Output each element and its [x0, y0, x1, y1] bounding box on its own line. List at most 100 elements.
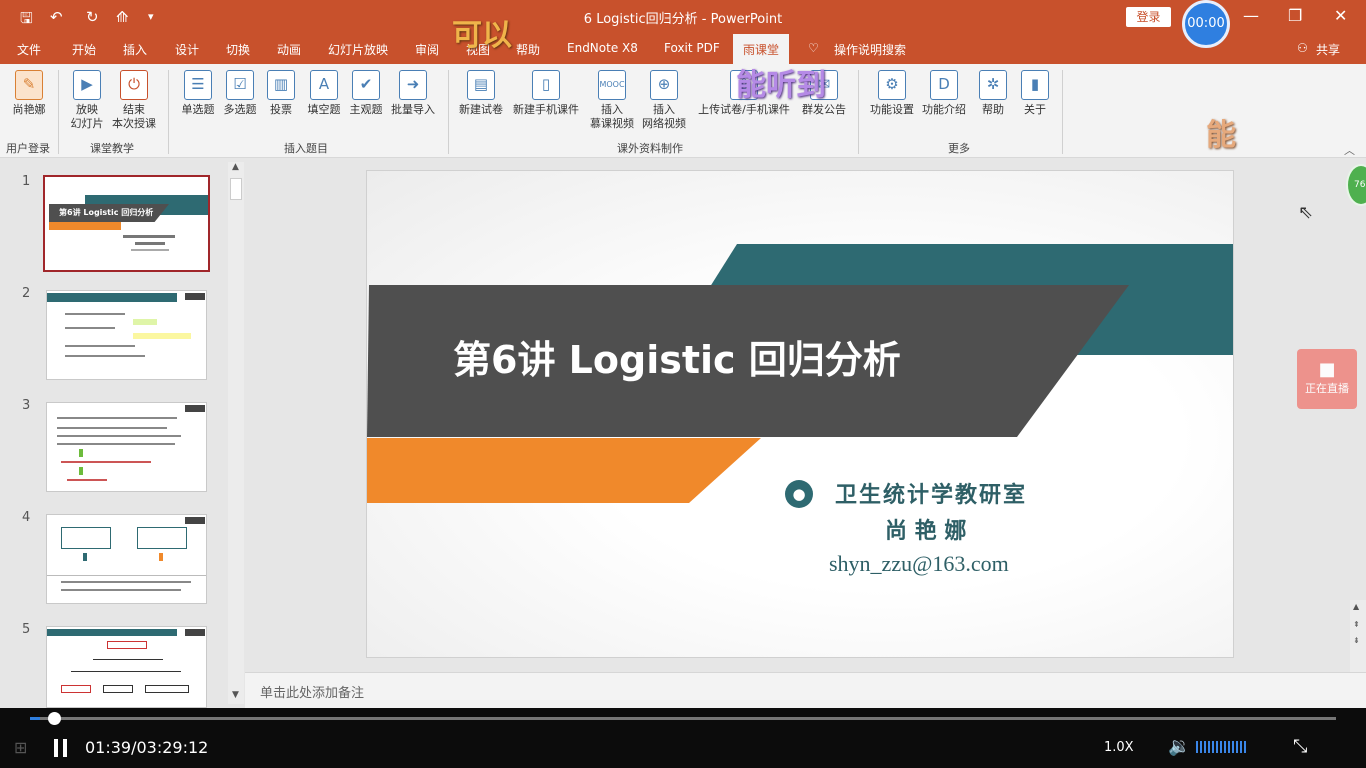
thumb-title: 第6讲 Logistic 回归分析 — [59, 208, 154, 217]
thumb-arrow — [159, 553, 163, 561]
tab-insert[interactable]: 插入 — [123, 41, 147, 58]
about-button[interactable]: ▮ 关于 — [1016, 70, 1054, 117]
camera-icon: ■ — [1318, 359, 1336, 380]
microphone-icon: ● — [785, 480, 813, 508]
share-icon[interactable]: ⚇ — [1297, 41, 1308, 55]
tab-animations[interactable]: 动画 — [277, 41, 301, 58]
tab-review[interactable]: 审阅 — [415, 41, 439, 58]
new-paper-icon: ▤ — [467, 70, 495, 100]
volume-icon[interactable]: 🔉 — [1168, 736, 1190, 757]
vote-button[interactable]: ▥ 投票 — [262, 70, 300, 117]
thumb-orange-band — [49, 222, 121, 230]
ribbon-separator — [448, 70, 449, 154]
power-icon: ⏻ — [120, 70, 148, 100]
slide-thumbnail-pane: 1 第6讲 Logistic 回归分析 2 3 4 5 — [0, 158, 245, 708]
slide-thumbnail-1[interactable]: 第6讲 Logistic 回归分析 — [43, 175, 210, 272]
tab-transitions[interactable]: 切换 — [226, 41, 250, 58]
tab-slideshow[interactable]: 幻灯片放映 — [328, 41, 388, 58]
progress-handle[interactable] — [48, 712, 61, 725]
thumb-header-band — [47, 629, 177, 636]
scroll-up-icon[interactable]: ▲ — [232, 162, 239, 172]
group-more: 更多 — [948, 142, 970, 155]
thumb-text-line — [65, 355, 145, 357]
user-icon: ✎ — [15, 70, 43, 100]
mouse-cursor-icon: ⇖ — [1298, 202, 1314, 223]
login-button[interactable]: 登录 — [1126, 7, 1171, 27]
thumb-text-line — [65, 345, 135, 347]
thumb-box — [61, 685, 91, 693]
new-mobile-courseware-button[interactable]: ▯ 新建手机课件 — [508, 70, 584, 117]
thumb-divider — [47, 575, 206, 576]
overlay-comment-1: 可以 — [452, 18, 512, 53]
scroll-down-icon[interactable]: ▼ — [232, 690, 239, 700]
new-paper-button[interactable]: ▤ 新建试卷 — [454, 70, 508, 117]
thumb-text-line — [57, 435, 181, 437]
batch-import-button[interactable]: ➜ 批量导入 — [386, 70, 440, 117]
exit-fullscreen-icon[interactable]: ⤡ — [1293, 736, 1307, 757]
ribbon: ✎ 尚艳娜 ▶ 放映 幻灯片 ⏻ 结束 本次授课 ☰ 单选题 ☑ 多选题 ▥ 投… — [0, 64, 1366, 158]
user-login-button[interactable]: ✎ 尚艳娜 — [8, 70, 50, 117]
end-class-button[interactable]: ⏻ 结束 本次授课 — [108, 70, 160, 131]
thumb-text-line — [123, 235, 175, 238]
progress-track[interactable] — [30, 712, 1336, 725]
thumb-header-band — [47, 293, 177, 302]
thumb-highlight — [133, 333, 191, 339]
thumb-arrow — [83, 553, 87, 561]
share-button[interactable]: 共享 — [1316, 41, 1340, 58]
prev-slide-icon[interactable]: ⇞ — [1353, 620, 1360, 629]
pause-button[interactable] — [54, 739, 68, 757]
thumb-number: 2 — [22, 286, 31, 301]
overlay-comment-2: 能听到 — [736, 68, 826, 103]
thumbnail-scrollbar[interactable]: ▲ ▼ — [228, 162, 244, 704]
start-slideshow-button[interactable]: ▶ 放映 幻灯片 — [64, 70, 110, 131]
subjective-icon: ✔ — [352, 70, 380, 100]
current-slide[interactable]: 第6讲 Logistic 回归分析 ● 卫生统计学教研室 尚 艳 娜 shyn_… — [366, 170, 1234, 658]
recording-timer[interactable]: 00:00 — [1182, 0, 1230, 48]
tab-design[interactable]: 设计 — [175, 41, 199, 58]
thumb-text-line — [65, 313, 125, 315]
single-choice-button[interactable]: ☰ 单选题 — [176, 70, 220, 117]
notes-pane[interactable]: 单击此处添加备注 — [245, 672, 1366, 708]
volume-slider[interactable] — [1196, 741, 1246, 753]
playback-time: 01:39/03:29:12 — [85, 738, 209, 757]
group-user-login: 用户登录 — [6, 142, 50, 155]
tab-foxit[interactable]: Foxit PDF — [664, 41, 720, 55]
fill-blank-button[interactable]: A 填空题 — [302, 70, 346, 117]
lightbulb-icon: ♡ — [808, 41, 819, 55]
minimize-icon[interactable]: — — [1243, 6, 1259, 25]
scroll-thumb[interactable] — [230, 178, 242, 200]
about-icon: ▮ — [1021, 70, 1049, 100]
slide-thumbnail-5[interactable] — [46, 626, 207, 708]
scroll-up-icon[interactable]: ▲ — [1353, 602, 1359, 611]
slide-thumbnail-3[interactable] — [46, 402, 207, 492]
subjective-button[interactable]: ✔ 主观题 — [344, 70, 388, 117]
feature-intro-button[interactable]: D 功能介绍 — [918, 70, 970, 117]
collapse-ribbon-icon[interactable]: ︿ — [1344, 142, 1355, 158]
settings-icon: ⚙ — [878, 70, 906, 100]
slide-thumbnail-2[interactable] — [46, 290, 207, 380]
thumb-text-line — [57, 417, 177, 419]
thumb-line — [93, 659, 163, 660]
close-icon[interactable]: ✕ — [1334, 6, 1347, 25]
tab-help[interactable]: 帮助 — [516, 41, 540, 58]
thumb-number: 5 — [22, 622, 31, 637]
insert-web-video-button[interactable]: ⊕ 插入 网络视频 — [638, 70, 690, 131]
tab-home[interactable]: 开始 — [72, 41, 96, 58]
intro-icon: D — [930, 70, 958, 100]
next-slide-icon[interactable]: ⇟ — [1353, 636, 1360, 645]
author-name: 尚 艳 娜 — [885, 518, 967, 544]
live-streaming-button[interactable]: ■ 正在直播 — [1297, 349, 1357, 409]
help-button[interactable]: ✲ 帮助 — [974, 70, 1012, 117]
tab-file[interactable]: 文件 — [17, 41, 41, 58]
insert-mooc-video-button[interactable]: MOOC 插入 慕课视频 — [586, 70, 638, 131]
slide-thumbnail-4[interactable] — [46, 514, 207, 604]
tab-endnote[interactable]: EndNote X8 — [567, 41, 638, 55]
feature-settings-button[interactable]: ⚙ 功能设置 — [866, 70, 918, 117]
group-extracurricular: 课外资料制作 — [617, 142, 683, 155]
playback-speed[interactable]: 1.0X — [1104, 740, 1134, 755]
multi-choice-button[interactable]: ☑ 多选题 — [218, 70, 262, 117]
thumb-text-line — [61, 581, 191, 583]
tell-me-search[interactable]: 操作说明搜索 — [834, 41, 906, 58]
slide-title: 第6讲 Logistic 回归分析 — [453, 338, 901, 382]
restore-icon[interactable]: ❐ — [1288, 6, 1302, 25]
